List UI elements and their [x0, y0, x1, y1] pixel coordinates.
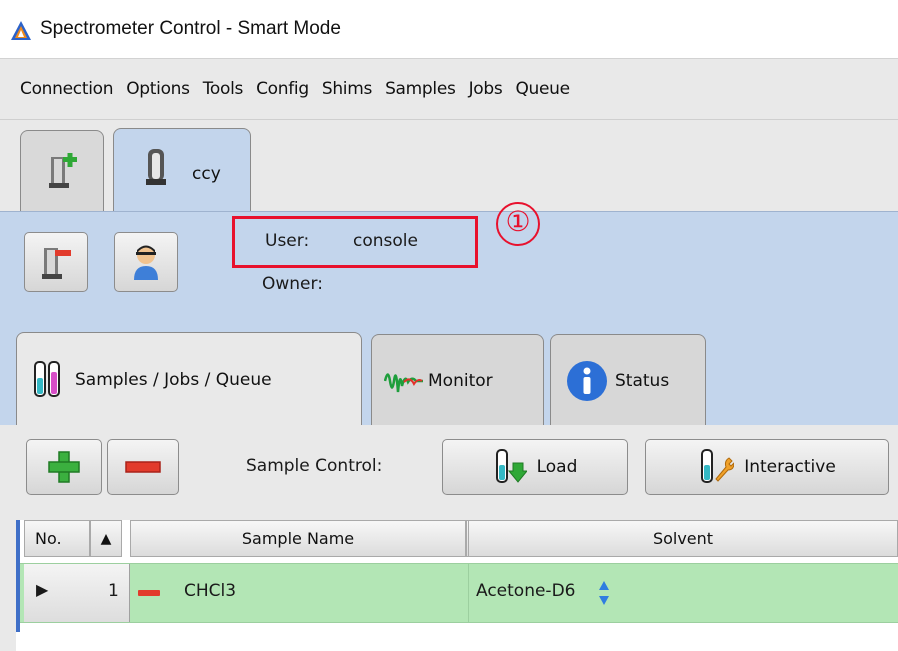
user-button[interactable] [114, 232, 178, 292]
annotation-marker: ① [496, 202, 540, 246]
tab-label: Status [615, 370, 670, 391]
row-number: 1 [108, 581, 119, 601]
samples-panel: Sample Control: Load Interactive No. ▲ S… [0, 425, 898, 651]
spectrometer-tab-strip: ccy [0, 120, 898, 211]
app-logo-icon [11, 21, 31, 40]
tab-label: Samples / Jobs / Queue [75, 370, 272, 390]
add-sample-button[interactable] [26, 439, 102, 495]
interactive-button[interactable]: Interactive [645, 439, 889, 495]
menu-shims[interactable]: Shims [322, 79, 373, 99]
sample-name-cell[interactable]: CHCl3 [184, 581, 236, 601]
disconnect-spectrometer-icon [42, 248, 71, 279]
menu-config[interactable]: Config [256, 79, 309, 99]
load-tube-icon [495, 449, 527, 483]
row-header[interactable]: ▶ 1 [24, 564, 130, 622]
menu-queue[interactable]: Queue [515, 79, 570, 99]
column-header-solvent[interactable]: Solvent [468, 520, 898, 557]
menu-tools[interactable]: Tools [203, 79, 244, 99]
sample-control-label: Sample Control: [246, 456, 383, 476]
tab-status[interactable]: Status [550, 334, 706, 426]
owner-label: Owner: [262, 274, 323, 294]
tab-monitor[interactable]: Monitor [371, 334, 544, 426]
sort-indicator[interactable]: ▲ [90, 520, 122, 557]
add-spectrometer-icon [49, 153, 77, 188]
spectrometer-magnet-icon [146, 149, 166, 185]
spectrometer-tab-label: ccy [192, 164, 221, 184]
tab-add-spectrometer[interactable] [20, 130, 104, 211]
column-header-no[interactable]: No. [24, 520, 90, 557]
tab-label: Monitor [428, 370, 493, 391]
column-header-sample-name[interactable]: Sample Name [130, 520, 466, 557]
sample-table: No. ▲ Sample Name Solvent ▶ 1 CHCl3 Acet… [16, 520, 898, 651]
remove-sample-button[interactable] [107, 439, 179, 495]
waveform-icon [384, 372, 423, 392]
user-value: console [353, 231, 418, 251]
window-title: Spectrometer Control - Smart Mode [40, 18, 341, 39]
menu-connection[interactable]: Connection [20, 79, 114, 99]
minus-icon [125, 461, 161, 473]
disconnect-button[interactable] [24, 232, 88, 292]
menu-jobs[interactable]: Jobs [469, 79, 503, 99]
title-bar: Spectrometer Control - Smart Mode [0, 0, 898, 58]
tab-samples-jobs-queue[interactable]: Samples / Jobs / Queue [16, 332, 362, 427]
menu-samples[interactable]: Samples [385, 79, 456, 99]
tab-spectrometer-ccy[interactable]: ccy [113, 128, 251, 211]
row-remove-icon[interactable] [138, 590, 160, 596]
plus-icon [48, 451, 80, 483]
test-tubes-icon [34, 361, 60, 397]
interactive-label: Interactive [744, 457, 836, 477]
user-icon [134, 245, 158, 280]
menu-options[interactable]: Options [126, 79, 190, 99]
table-row[interactable]: ▶ 1 CHCl3 Acetone-D6 [20, 563, 898, 623]
tube-wrench-icon [701, 449, 735, 483]
load-button[interactable]: Load [442, 439, 628, 495]
row-expand-icon[interactable]: ▶ [36, 580, 48, 599]
solvent-spinner-icon[interactable] [598, 578, 610, 608]
session-panel: User: console Owner: ① Samples / Jobs / … [0, 202, 898, 427]
cell-divider [468, 564, 469, 622]
load-label: Load [536, 457, 578, 477]
user-highlight-box: User: console [232, 216, 478, 268]
user-label: User: [265, 231, 310, 251]
info-icon [567, 360, 607, 401]
menu-bar: Connection Options Tools Config Shims Sa… [0, 58, 898, 120]
solvent-cell[interactable]: Acetone-D6 [476, 581, 575, 601]
